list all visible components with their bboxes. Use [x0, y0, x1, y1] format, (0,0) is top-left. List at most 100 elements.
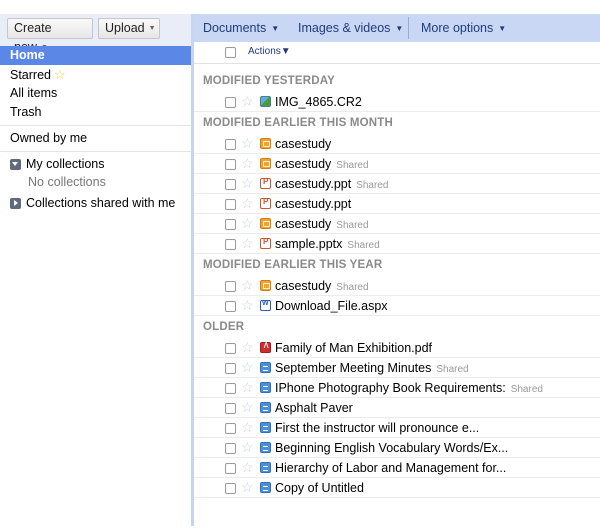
file-row[interactable]: ☆ Download_File.aspx	[194, 296, 600, 316]
file-name-link[interactable]: casestudy Shared	[275, 279, 369, 293]
file-checkbox[interactable]	[225, 463, 236, 474]
select-all-checkbox[interactable]	[225, 47, 236, 58]
star-toggle-icon[interactable]: ☆	[241, 235, 254, 252]
file-checkbox[interactable]	[225, 383, 236, 394]
file-checkbox[interactable]	[225, 343, 236, 354]
shared-badge: Shared	[510, 384, 543, 395]
images-videos-filter-menu[interactable]: Images & videos ▼	[298, 14, 403, 42]
file-name-link[interactable]: Asphalt Paver	[275, 401, 353, 415]
file-checkbox[interactable]	[225, 281, 236, 292]
ppt-file-icon	[260, 177, 271, 189]
section-header: MODIFIED YESTERDAY	[203, 75, 336, 87]
file-row[interactable]: ☆ IPhone Photography Book Requirements: Sh…	[194, 378, 600, 398]
file-name-link[interactable]: sample.pptx Shared	[275, 237, 380, 251]
file-checkbox[interactable]	[225, 179, 236, 190]
documents-filter-menu[interactable]: Documents ▼	[203, 14, 279, 42]
sidebar-item-trash[interactable]: Trash	[0, 103, 192, 122]
collections-shared-toggle[interactable]: Collections shared with me	[0, 194, 192, 213]
file-row[interactable]: ☆ Beginning English Vocabulary Words/Ex..…	[194, 438, 600, 458]
file-name-link[interactable]: Download_File.aspx	[275, 299, 388, 313]
star-toggle-icon[interactable]: ☆	[241, 135, 254, 152]
file-checkbox[interactable]	[225, 403, 236, 414]
file-row[interactable]: ☆ casestudy Shared	[194, 276, 600, 296]
file-name-link[interactable]: September Meeting Minutes Shared	[275, 361, 469, 375]
star-toggle-icon[interactable]: ☆	[241, 215, 254, 232]
file-name-link[interactable]: Copy of Untitled	[275, 481, 364, 495]
file-name: casestudy.ppt	[275, 177, 352, 191]
file-row[interactable]: ☆ Hierarchy of Labor and Management for..…	[194, 458, 600, 478]
file-checkbox[interactable]	[225, 159, 236, 170]
file-checkbox[interactable]	[225, 423, 236, 434]
doc-file-icon	[260, 462, 271, 473]
file-row[interactable]: ☆ IMG_4865.CR2	[194, 92, 600, 112]
file-row[interactable]: ☆ casestudy Shared	[194, 154, 600, 174]
star-toggle-icon[interactable]: ☆	[241, 195, 254, 212]
file-name-link[interactable]: casestudy	[275, 137, 331, 151]
file-row[interactable]: ☆ Family of Man Exhibition.pdf	[194, 338, 600, 358]
star-toggle-icon[interactable]: ☆	[241, 339, 254, 356]
star-toggle-icon[interactable]: ☆	[241, 175, 254, 192]
star-toggle-icon[interactable]: ☆	[241, 297, 254, 314]
star-toggle-icon[interactable]: ☆	[241, 479, 254, 496]
sidebar-item-owned-by-me[interactable]: Owned by me	[0, 129, 192, 148]
file-row[interactable]: ☆ casestudy.ppt Shared	[194, 174, 600, 194]
file-checkbox[interactable]	[225, 139, 236, 150]
sidebar-divider	[0, 151, 192, 152]
file-checkbox[interactable]	[225, 483, 236, 494]
file-row[interactable]: ☆ casestudy	[194, 134, 600, 154]
star-toggle-icon[interactable]: ☆	[241, 459, 254, 476]
upload-button[interactable]: Upload ▼	[98, 18, 160, 39]
image-file-icon	[260, 96, 271, 107]
more-options-label: More options	[421, 21, 494, 35]
file-name-link[interactable]: First the instructor will pronounce e...	[275, 421, 479, 435]
file-checkbox[interactable]	[225, 363, 236, 374]
file-row[interactable]: ☆ September Meeting Minutes Shared	[194, 358, 600, 378]
file-checkbox[interactable]	[225, 97, 236, 108]
star-toggle-icon[interactable]: ☆	[241, 277, 254, 294]
star-toggle-icon[interactable]: ☆	[241, 359, 254, 376]
file-name-link[interactable]: IPhone Photography Book Requirements: Sha…	[275, 381, 543, 395]
file-name-link[interactable]: casestudy Shared	[275, 157, 369, 171]
star-toggle-icon[interactable]: ☆	[241, 399, 254, 416]
sidebar-item-starred[interactable]: Starred ☆	[0, 65, 192, 84]
chevron-down-icon: ▼	[271, 24, 280, 33]
file-row[interactable]: ☆ casestudy.ppt	[194, 194, 600, 214]
file-name-link[interactable]: Beginning English Vocabulary Words/Ex...	[275, 441, 508, 455]
file-row[interactable]: ☆ First the instructor will pronounce e..…	[194, 418, 600, 438]
star-toggle-icon[interactable]: ☆	[241, 93, 254, 110]
file-row[interactable]: ☆ sample.pptx Shared	[194, 234, 600, 254]
star-toggle-icon[interactable]: ☆	[241, 439, 254, 456]
create-new-button[interactable]: Create new▼	[7, 18, 93, 54]
file-name-link[interactable]: casestudy Shared	[275, 217, 369, 231]
file-checkbox[interactable]	[225, 239, 236, 250]
sidebar-item-all-items[interactable]: All items	[0, 84, 192, 103]
doc-file-icon	[260, 482, 271, 493]
file-checkbox[interactable]	[225, 443, 236, 454]
file-name-link[interactable]: casestudy.ppt Shared	[275, 177, 388, 191]
file-row[interactable]: ☆ casestudy Shared	[194, 214, 600, 234]
my-collections-label: My collections	[26, 157, 105, 171]
more-options-menu[interactable]: More options ▼	[421, 14, 506, 42]
section-header: MODIFIED EARLIER THIS YEAR	[203, 259, 383, 271]
folder-file-icon	[260, 280, 271, 291]
file-checkbox[interactable]	[225, 199, 236, 210]
file-name-link[interactable]: casestudy.ppt	[275, 197, 351, 211]
collapse-arrow-icon[interactable]	[10, 159, 21, 170]
file-checkbox[interactable]	[225, 301, 236, 312]
folder-file-icon	[260, 158, 271, 169]
file-row[interactable]: ☆ Copy of Untitled	[194, 478, 600, 498]
file-name-link[interactable]: Family of Man Exhibition.pdf	[275, 341, 432, 355]
file-checkbox[interactable]	[225, 219, 236, 230]
star-toggle-icon[interactable]: ☆	[241, 419, 254, 436]
star-toggle-icon[interactable]: ☆	[241, 155, 254, 172]
sidebar-item-home[interactable]: Home	[0, 46, 192, 65]
file-name-link[interactable]: Hierarchy of Labor and Management for...	[275, 461, 506, 475]
file-row[interactable]: ☆ Asphalt Paver	[194, 398, 600, 418]
filter-toolbar: Documents ▼ Images & videos ▼ More options…	[194, 14, 600, 42]
file-name-link[interactable]: IMG_4865.CR2	[275, 95, 362, 109]
star-toggle-icon[interactable]: ☆	[241, 379, 254, 396]
expand-arrow-icon[interactable]	[10, 198, 21, 209]
my-collections-toggle[interactable]: My collections	[0, 155, 192, 174]
shared-badge: Shared	[347, 240, 380, 251]
actions-menu[interactable]: Actions▼	[248, 46, 291, 57]
